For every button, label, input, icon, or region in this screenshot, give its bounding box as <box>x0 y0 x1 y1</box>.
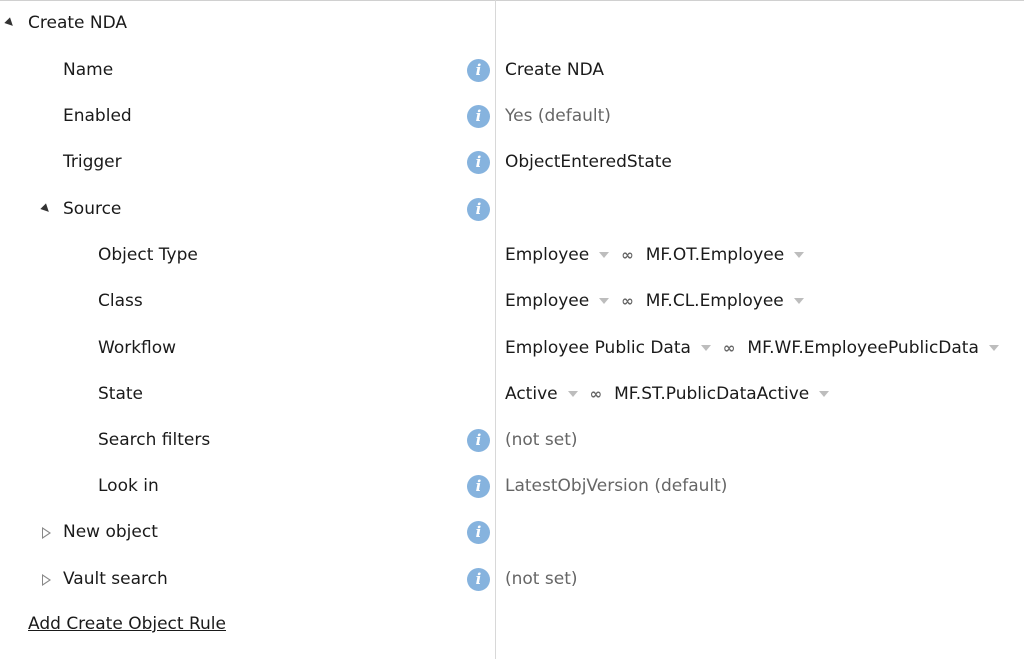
property-value[interactable]: Active ∞ MF.ST.PublicDataActive <box>505 384 841 404</box>
alias-value[interactable]: MF.ST.PublicDataActive <box>614 384 809 404</box>
property-value[interactable]: LatestObjVersion (default) <box>505 476 727 496</box>
triangle-expanded-icon[interactable] <box>4 17 16 29</box>
property-label: Class <box>98 291 143 311</box>
info-icon[interactable]: i <box>467 429 490 452</box>
property-row-class[interactable]: Class Employee ∞ MF.CL.Employee <box>0 278 1024 324</box>
info-icon[interactable]: i <box>467 475 490 498</box>
chevron-down-icon[interactable] <box>988 345 999 351</box>
info-icon[interactable]: i <box>467 521 490 544</box>
link-icon: ∞ <box>589 385 603 403</box>
chevron-down-icon[interactable] <box>599 298 610 304</box>
property-row-look-in[interactable]: Look in i LatestObjVersion (default) <box>0 463 1024 509</box>
alias-value[interactable]: MF.CL.Employee <box>646 291 784 311</box>
chevron-down-icon[interactable] <box>793 298 804 304</box>
tree-node-label: Vault search <box>63 569 168 589</box>
chevron-down-icon[interactable] <box>819 391 830 397</box>
chevron-down-icon[interactable] <box>599 252 610 258</box>
tree-node-vault-search[interactable]: Vault search i (not set) <box>0 556 1024 602</box>
property-value[interactable]: Create NDA <box>505 60 604 80</box>
property-label: Trigger <box>63 152 122 172</box>
tree-node-label: Source <box>63 199 122 219</box>
property-row-enabled[interactable]: Enabled i Yes (default) <box>0 93 1024 139</box>
triangle-collapsed-icon[interactable] <box>42 574 51 586</box>
property-row-state[interactable]: State Active ∞ MF.ST.PublicDataActive <box>0 371 1024 417</box>
alias-value[interactable]: MF.WF.EmployeePublicData <box>747 338 978 358</box>
property-value[interactable]: Employee Public Data ∞ MF.WF.EmployeePub… <box>505 338 999 358</box>
tree-node-create-nda[interactable]: Create NDA <box>0 0 1024 46</box>
triangle-expanded-icon[interactable] <box>40 203 52 215</box>
property-label: State <box>98 384 143 404</box>
tree-node-new-object[interactable]: New object i <box>0 509 1024 555</box>
property-label: Search filters <box>98 430 211 450</box>
chevron-down-icon[interactable] <box>567 391 578 397</box>
tree-node-label: New object <box>63 522 158 542</box>
alias-value[interactable]: MF.OT.Employee <box>646 245 784 265</box>
property-value[interactable]: Employee ∞ MF.CL.Employee <box>505 291 816 311</box>
info-icon[interactable]: i <box>467 59 490 82</box>
property-label: Name <box>63 60 114 80</box>
info-icon[interactable]: i <box>467 198 490 221</box>
property-value[interactable]: Yes (default) <box>505 106 611 126</box>
property-value[interactable]: (not set) <box>505 569 578 589</box>
property-label: Workflow <box>98 338 177 358</box>
property-label: Look in <box>98 476 159 496</box>
link-icon: ∞ <box>621 292 634 310</box>
info-icon[interactable]: i <box>467 105 490 128</box>
add-create-object-rule-link[interactable]: Add Create Object Rule <box>28 614 226 634</box>
chevron-down-icon[interactable] <box>794 252 805 258</box>
property-label: Enabled <box>63 106 132 126</box>
tree-node-source[interactable]: Source i <box>0 186 1024 232</box>
link-icon: ∞ <box>621 246 634 264</box>
property-row-object-type[interactable]: Object Type Employee ∞ MF.OT.Employee <box>0 232 1024 278</box>
dropdown-value[interactable]: Employee <box>505 245 589 265</box>
chevron-down-icon[interactable] <box>700 345 711 351</box>
property-label: Object Type <box>98 245 198 265</box>
link-icon: ∞ <box>722 339 736 357</box>
info-icon[interactable]: i <box>467 151 490 174</box>
property-value[interactable]: (not set) <box>505 430 578 450</box>
property-row-search-filters[interactable]: Search filters i (not set) <box>0 417 1024 463</box>
dropdown-value[interactable]: Employee Public Data <box>505 338 691 358</box>
property-row-name[interactable]: Name i Create NDA <box>0 47 1024 93</box>
info-icon[interactable]: i <box>467 568 490 591</box>
property-value[interactable]: ObjectEnteredState <box>505 152 672 172</box>
property-row-workflow[interactable]: Workflow Employee Public Data ∞ MF.WF.Em… <box>0 325 1024 371</box>
property-value[interactable]: Employee ∞ MF.OT.Employee <box>505 245 816 265</box>
property-row-trigger[interactable]: Trigger i ObjectEnteredState <box>0 139 1024 185</box>
tree-node-label: Create NDA <box>28 13 128 33</box>
triangle-collapsed-icon[interactable] <box>42 527 51 539</box>
dropdown-value[interactable]: Employee <box>505 291 589 311</box>
dropdown-value[interactable]: Active <box>505 384 558 404</box>
